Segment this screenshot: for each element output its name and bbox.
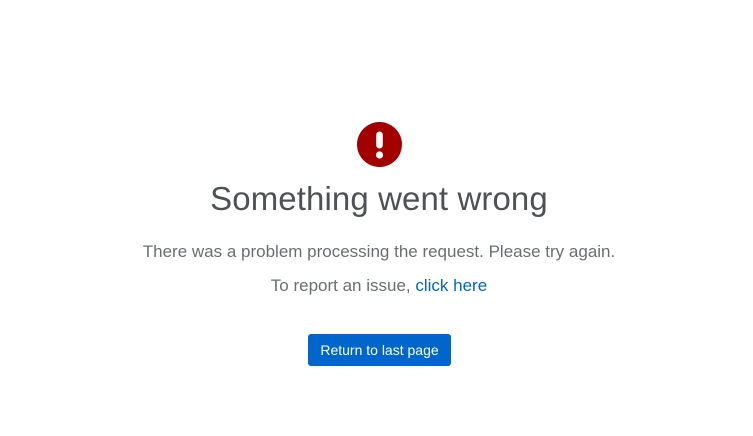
return-to-last-page-button[interactable]: Return to last page (308, 334, 451, 366)
error-message: There was a problem processing the reque… (142, 242, 616, 261)
exclamation-circle-icon (357, 122, 402, 167)
error-page: Something went wrong There was a problem… (0, 0, 753, 436)
report-issue-link[interactable]: click here (415, 276, 487, 295)
error-title: Something went wrong (210, 180, 548, 217)
report-issue-line: To report an issue, click here (0, 275, 753, 297)
report-issue-prefix: To report an issue, (270, 276, 416, 295)
